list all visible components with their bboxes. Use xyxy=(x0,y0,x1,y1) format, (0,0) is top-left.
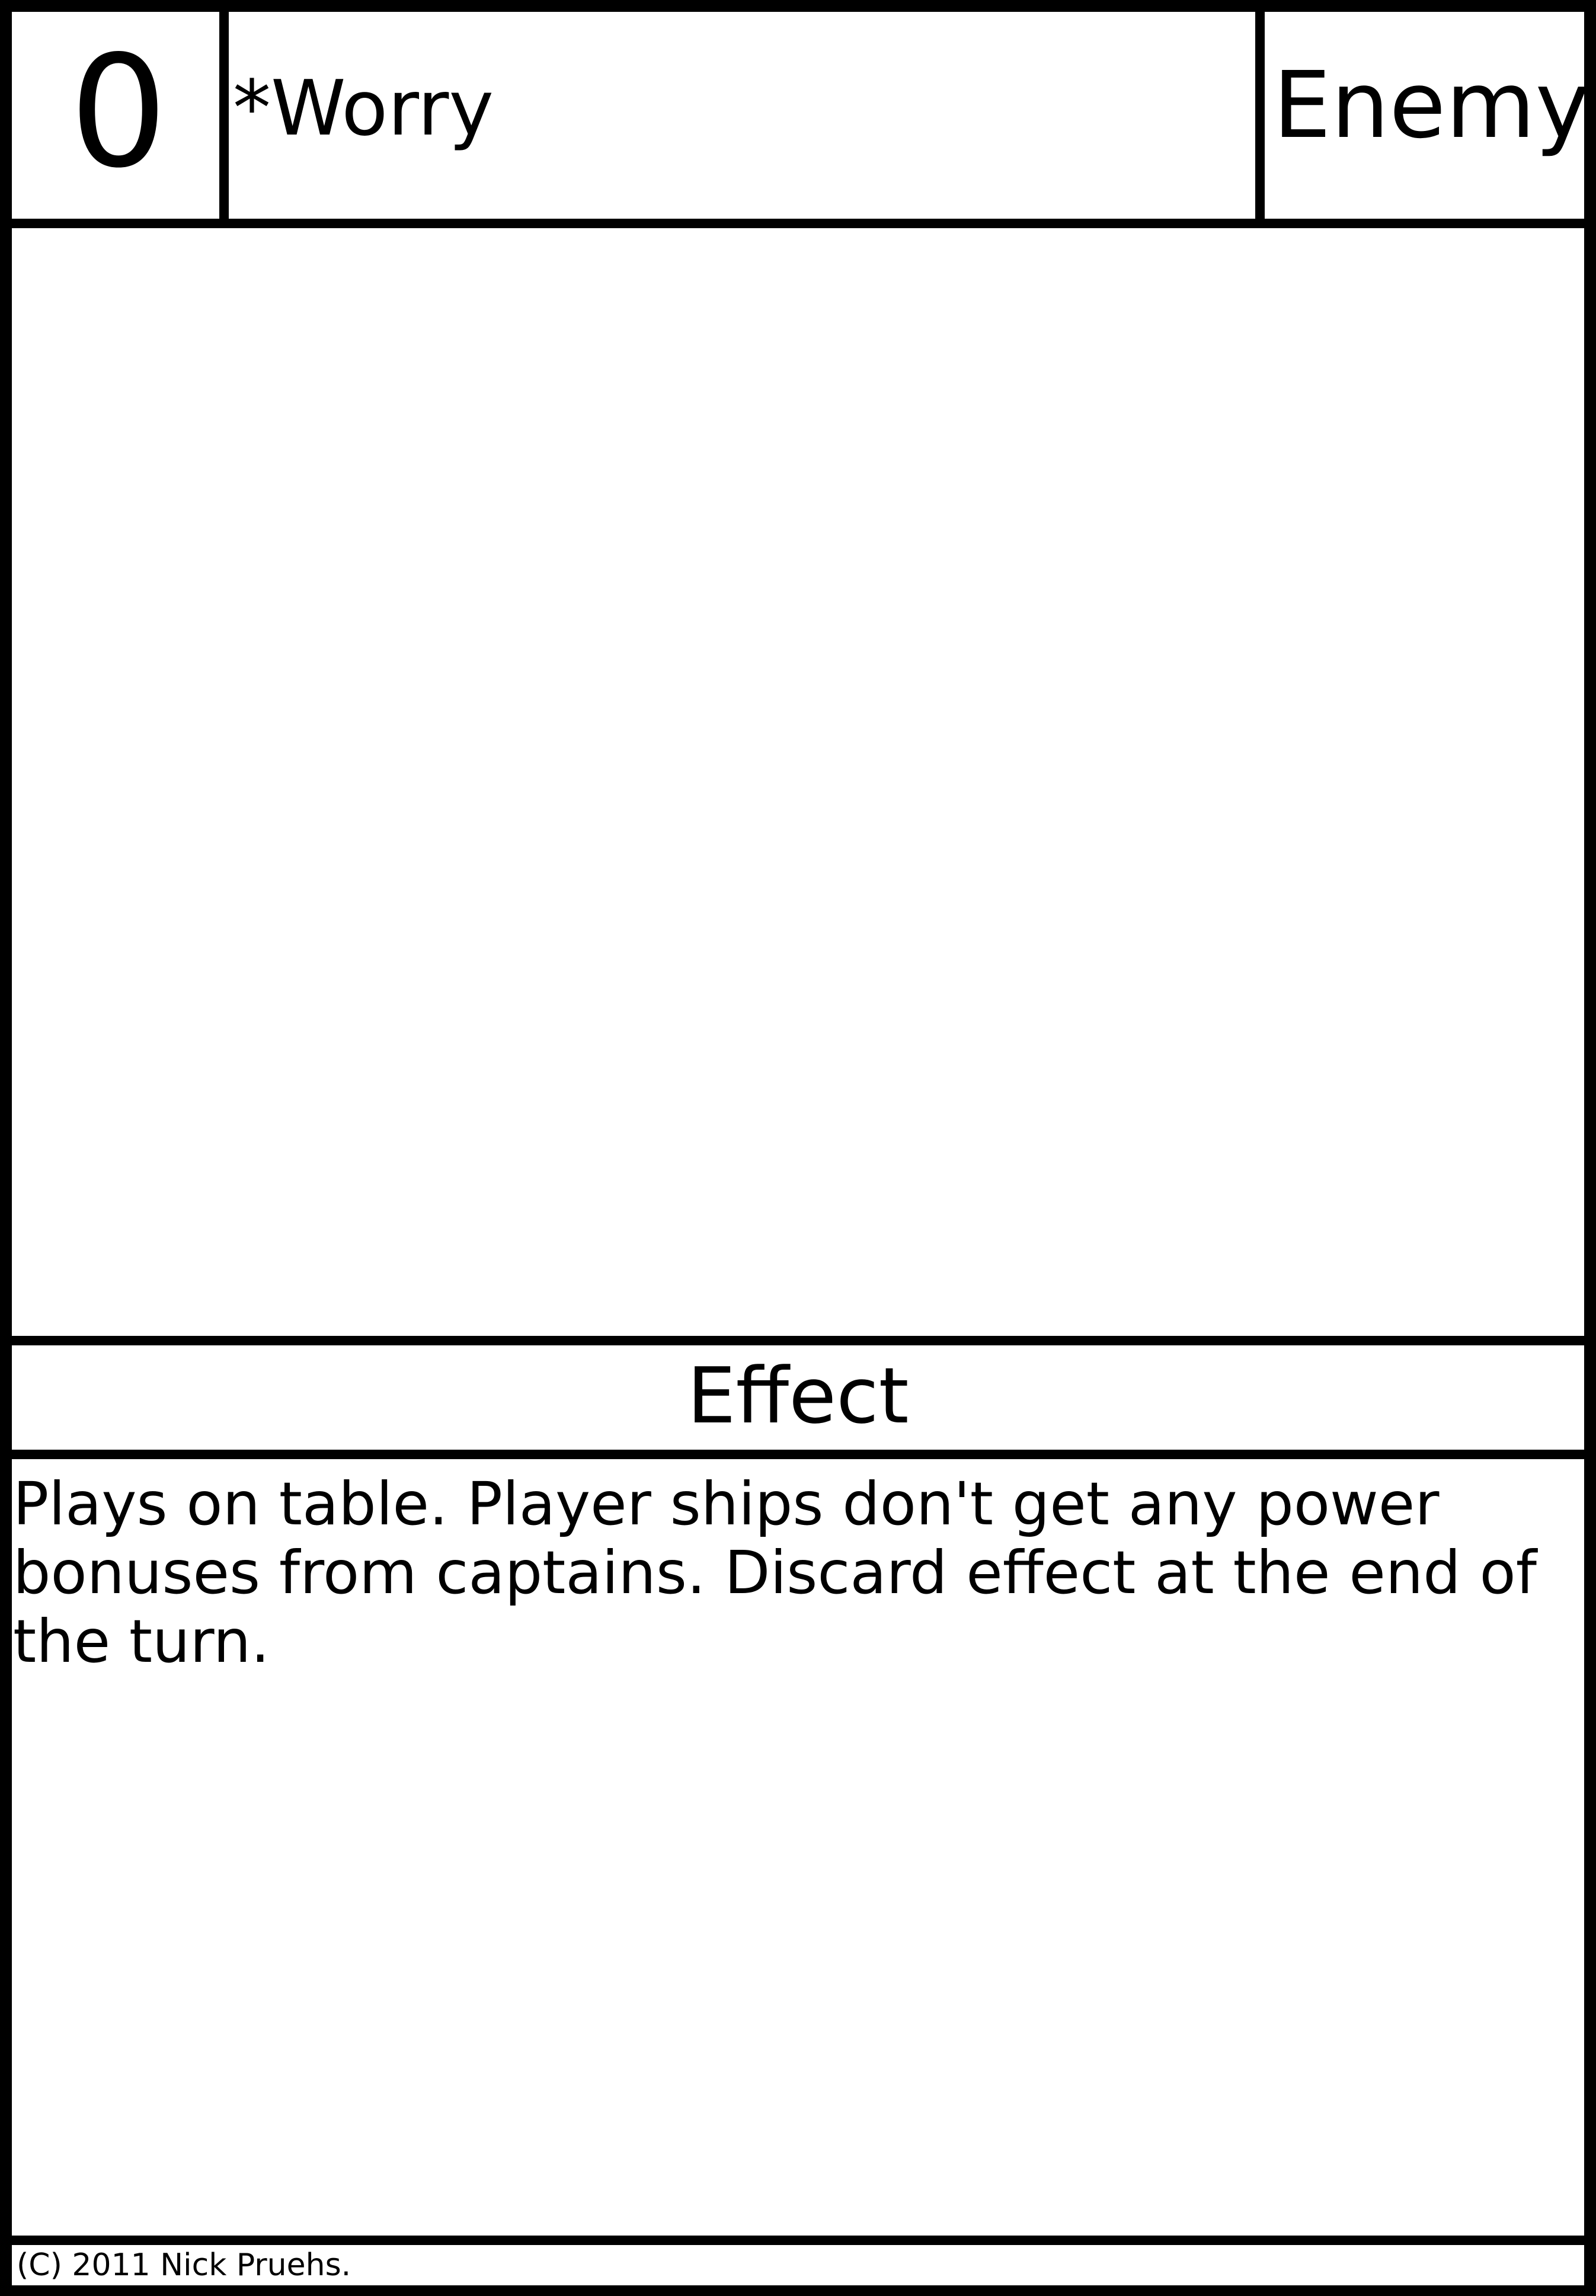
card: 0 *Worry Enemy Effect Plays on table. Pl… xyxy=(0,0,1596,2296)
text-box-bottom-line xyxy=(0,2236,1596,2245)
header-bottom-line xyxy=(0,219,1596,228)
border-bottom xyxy=(0,2285,1596,2296)
art-bottom-line xyxy=(0,1336,1596,1345)
border-top xyxy=(0,0,1596,12)
cost-value: 0 xyxy=(69,23,168,202)
border-right xyxy=(1584,0,1596,2296)
card-type: Enemy xyxy=(1273,52,1590,159)
art-area xyxy=(12,228,1584,1336)
effect-text: Plays on table. Player ships don't get a… xyxy=(13,1469,1537,1676)
border-left xyxy=(0,0,12,2296)
header-divider-type xyxy=(1255,0,1265,228)
effect-heading: Effect xyxy=(687,1351,909,1441)
copyright-text: (C) 2011 Nick Pruehs. xyxy=(17,2247,351,2283)
card-name: *Worry xyxy=(233,65,494,153)
effect-heading-bottom-line xyxy=(0,1450,1596,1459)
